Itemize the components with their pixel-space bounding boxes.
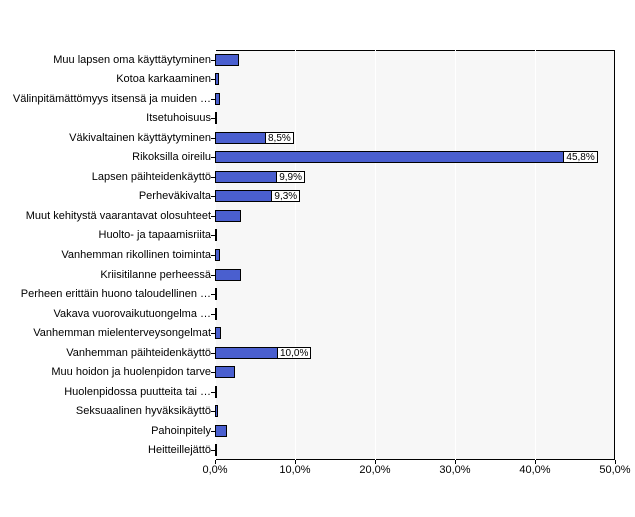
grid-line	[375, 50, 376, 460]
bar	[215, 249, 220, 261]
bar	[215, 366, 235, 378]
y-category-label: Huolto- ja tapaamisriita	[1, 225, 211, 245]
bar	[215, 73, 219, 85]
y-category-label: Vanhemman päihteidenkäyttö	[1, 343, 211, 363]
bar-data-label: 8,5%	[265, 132, 294, 144]
y-category-label: Seksuaalinen hyväksikäyttö	[1, 401, 211, 421]
bar-chart: 0,0% 10,0% 20,0% 30,0% 40,0% 50,0% Muu lapsen…	[0, 0, 635, 517]
grid-line	[615, 50, 616, 460]
bar	[215, 386, 217, 398]
x-tick-label: 10,0%	[275, 464, 315, 476]
y-category-label: Vanhemman rikollinen toiminta	[1, 245, 211, 265]
bar	[215, 308, 217, 320]
x-tick-label: 30,0%	[435, 464, 475, 476]
bar	[215, 54, 239, 66]
bar-data-label: 45,8%	[563, 151, 597, 163]
y-category-label: Rikoksilla oireilu	[1, 147, 211, 167]
grid-line	[295, 50, 296, 460]
bar	[215, 93, 220, 105]
y-category-label: Huolenpidossa puutteita tai …	[1, 382, 211, 402]
y-category-label: Muu hoidon ja huolenpidon tarve	[1, 362, 211, 382]
bar	[215, 327, 221, 339]
y-category-label: Vanhemman mielenterveysongelmat	[1, 323, 211, 343]
y-category-label: Väkivaltainen käyttäytyminen	[1, 128, 211, 148]
y-category-label: Muut kehitystä vaarantavat olosuhteet	[1, 206, 211, 226]
y-category-label: Lapsen päihteidenkäyttö	[1, 167, 211, 187]
y-category-label: Heitteillejättö	[1, 440, 211, 460]
bar	[215, 112, 217, 124]
y-category-label: Perheen erittäin huono taloudellinen …	[1, 284, 211, 304]
y-category-label: Välinpitämättömyys itsensä ja muiden …	[1, 89, 211, 109]
bar	[215, 151, 581, 163]
y-category-label: Kotoa karkaaminen	[1, 69, 211, 89]
bar-data-label: 9,3%	[271, 190, 300, 202]
bar-data-label: 9,9%	[276, 171, 305, 183]
bar	[215, 229, 217, 241]
bar	[215, 269, 241, 281]
y-category-label: Perheväkivalta	[1, 186, 211, 206]
x-tick-label: 40,0%	[515, 464, 555, 476]
bar	[215, 405, 218, 417]
x-tick-label: 50,0%	[595, 464, 635, 476]
bar-data-label: 10,0%	[277, 347, 311, 359]
y-category-label: Pahoinpitely	[1, 421, 211, 441]
bar	[215, 444, 217, 456]
bar	[215, 425, 227, 437]
bar	[215, 210, 241, 222]
grid-line	[455, 50, 456, 460]
x-tick-label: 20,0%	[355, 464, 395, 476]
y-category-label: Muu lapsen oma käyttäytyminen	[1, 50, 211, 70]
y-category-label: Kriisitilanne perheessä	[1, 265, 211, 285]
grid-line	[535, 50, 536, 460]
plot-area	[215, 50, 615, 460]
y-category-label: Itsetuhoisuus	[1, 108, 211, 128]
y-category-label: Vakava vuorovaikutuongelma …	[1, 304, 211, 324]
x-tick-label: 0,0%	[195, 464, 235, 476]
bar	[215, 288, 217, 300]
